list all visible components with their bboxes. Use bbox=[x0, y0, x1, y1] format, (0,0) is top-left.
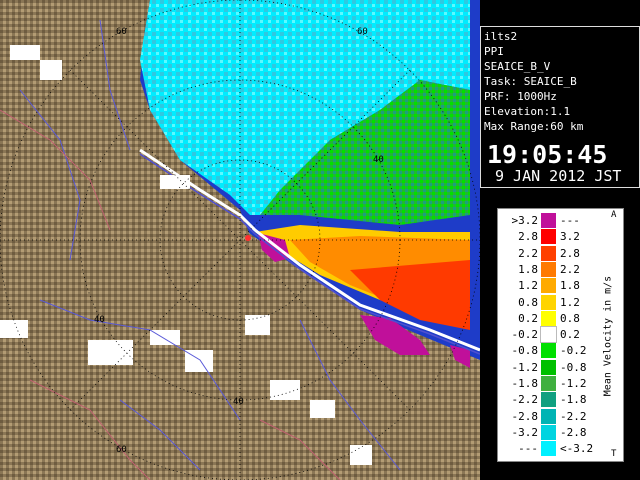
legend-row-low: -0.8 bbox=[511, 344, 539, 358]
legend-row-low: 0.2 bbox=[518, 311, 538, 325]
legend-swatch bbox=[541, 359, 556, 375]
legend-row-high: -0.2 bbox=[560, 344, 587, 358]
legend-swatch bbox=[541, 310, 556, 326]
legend-row-high: -2.2 bbox=[560, 409, 587, 423]
range-label: 40 bbox=[373, 155, 384, 165]
task: Task: SEAICE_B bbox=[484, 75, 577, 88]
legend-swatch bbox=[541, 294, 556, 310]
legend-swatch bbox=[541, 229, 556, 245]
legend-swatch bbox=[541, 245, 556, 261]
scan-time: 19:05:45 bbox=[487, 140, 608, 169]
radar-site-marker bbox=[245, 235, 251, 241]
legend-swatch bbox=[541, 213, 556, 228]
legend-row-low: 1.8 bbox=[518, 262, 538, 276]
legend-title: Mean Velocity in m/s bbox=[602, 275, 614, 397]
legend-row-high: 1.8 bbox=[560, 279, 580, 293]
legend-swatch bbox=[541, 424, 556, 440]
legend-title-box: Mean Velocity in m/s bbox=[598, 219, 618, 453]
prf: PRF: 1000Hz bbox=[484, 90, 557, 103]
legend-swatch bbox=[541, 261, 556, 277]
range-label: 60 bbox=[116, 27, 127, 37]
legend-swatch bbox=[540, 326, 557, 344]
site-name: ilts2 bbox=[484, 30, 518, 43]
legend-row-high: 3.2 bbox=[560, 230, 580, 244]
legend-row-low: -3.2 bbox=[511, 425, 539, 439]
legend-row-low: 0.8 bbox=[518, 295, 538, 309]
legend-row-high: -0.8 bbox=[560, 360, 587, 374]
legend-row-low: 2.2 bbox=[518, 246, 538, 260]
legend-swatch bbox=[541, 376, 556, 391]
legend-row-low: --- bbox=[518, 442, 538, 456]
legend-row-high: -2.8 bbox=[560, 425, 587, 439]
legend-swatch bbox=[541, 278, 556, 294]
legend-swatch bbox=[541, 392, 556, 408]
range-label: 60 bbox=[357, 27, 368, 37]
scan-name: SEAICE_B_V bbox=[484, 60, 551, 73]
legend-row-low: >3.2 bbox=[511, 214, 539, 227]
legend-swatch bbox=[541, 441, 556, 457]
legend-row-high: <-3.2 bbox=[560, 442, 594, 456]
legend-row-low: -2.8 bbox=[511, 409, 539, 423]
legend-row-low: -0.2 bbox=[511, 328, 539, 342]
legend-row-low: -2.2 bbox=[511, 393, 539, 407]
scan-info-panel: ilts2 PPI SEAICE_B_V Task: SEAICE_B PRF:… bbox=[480, 26, 640, 188]
legend-swatch bbox=[541, 343, 556, 359]
legend-row-low: 1.2 bbox=[518, 279, 538, 293]
range-label: 40 bbox=[94, 315, 105, 325]
velocity-legend: >3.2 --- 2.8 3.2 2.2 2.8 1.8 2.2 1.2 1.8 0.8 1.2 0.2… bbox=[497, 208, 624, 462]
range-label: 60 bbox=[116, 445, 127, 455]
legend-row-high: 0.8 bbox=[560, 311, 580, 325]
legend-swatch bbox=[541, 408, 556, 424]
legend-row-high: 0.2 bbox=[560, 328, 580, 342]
legend-row-high: 2.8 bbox=[560, 246, 580, 260]
legend-row-high: -1.2 bbox=[560, 377, 587, 390]
legend-row-low: -1.2 bbox=[511, 360, 539, 374]
legend-row-high: --- bbox=[560, 214, 580, 227]
radar-ppi-map: 60 60 40 40 40 60 bbox=[0, 0, 480, 480]
legend-row-low: -1.8 bbox=[511, 377, 539, 390]
legend-row-high: 2.2 bbox=[560, 262, 580, 276]
scan-date: 9 JAN 2012 JST bbox=[495, 167, 622, 185]
range-label: 40 bbox=[233, 397, 244, 407]
max-range: Max Range:60 km bbox=[484, 120, 584, 133]
legend-row-low: 2.8 bbox=[518, 230, 538, 244]
legend-row-high: -1.8 bbox=[560, 393, 587, 407]
elevation: Elevation:1.1 bbox=[484, 105, 571, 118]
legend-row-high: 1.2 bbox=[560, 295, 580, 309]
product: PPI bbox=[484, 45, 504, 58]
